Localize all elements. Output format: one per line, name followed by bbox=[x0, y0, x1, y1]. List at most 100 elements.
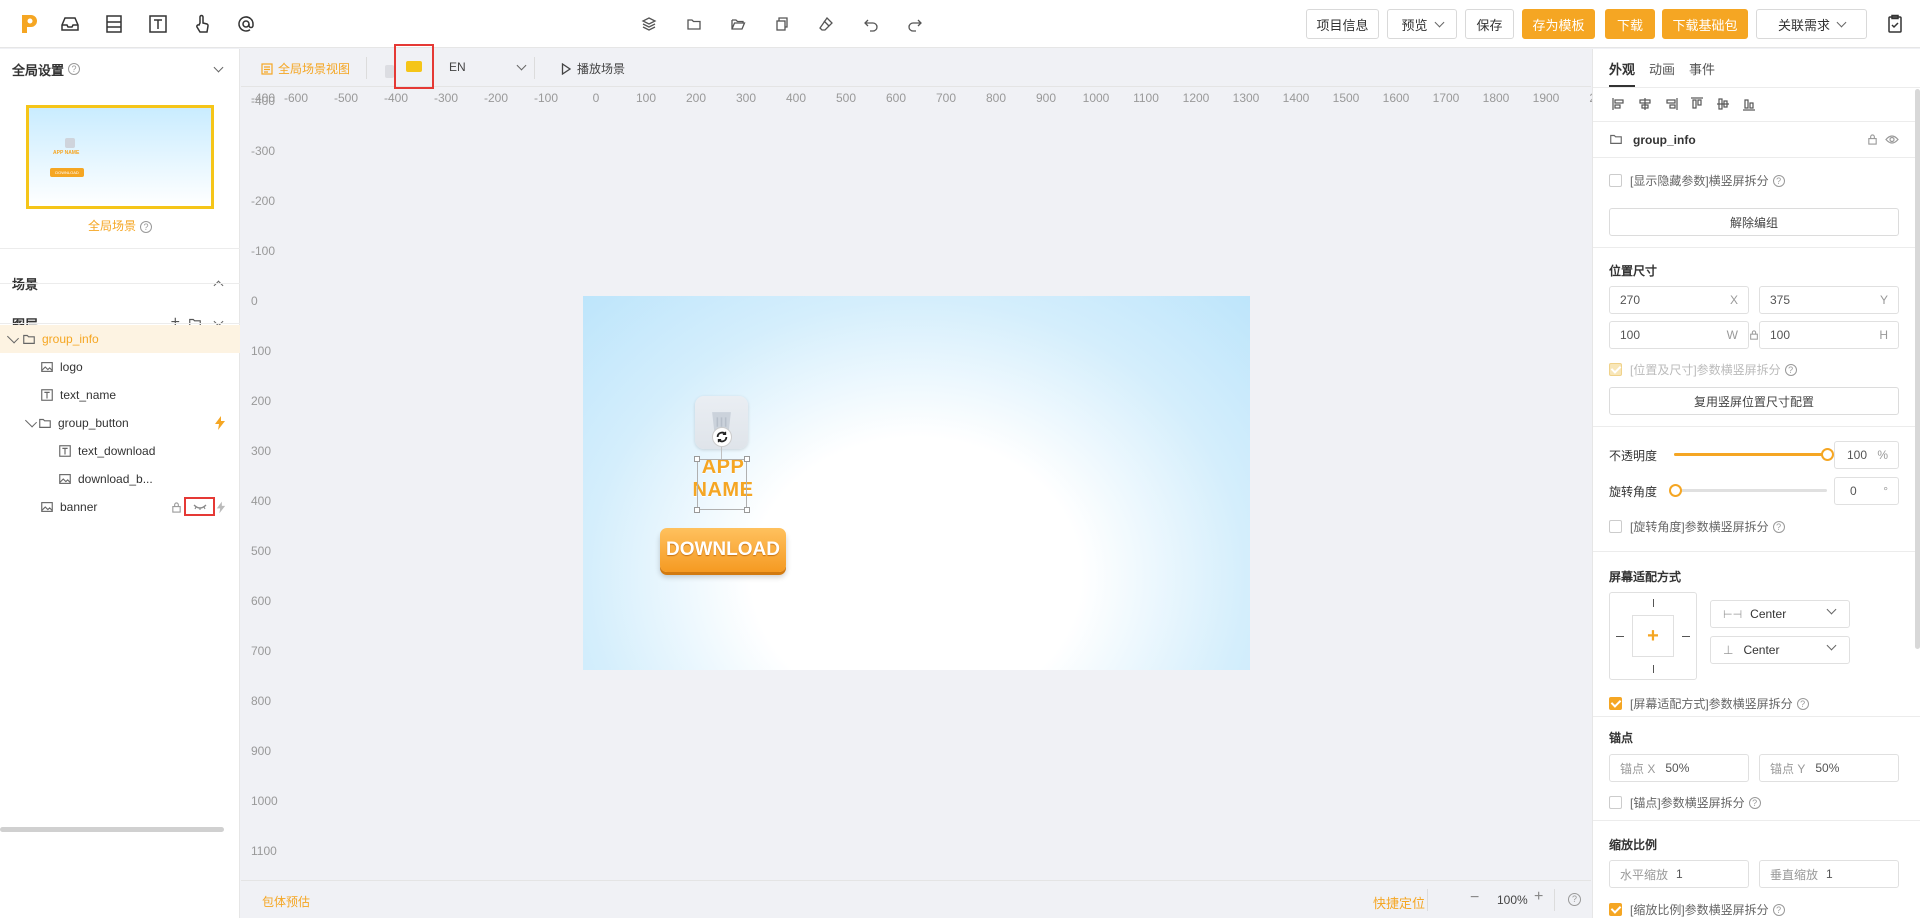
landscape-mode-highlight[interactable] bbox=[394, 44, 434, 89]
x-input[interactable]: 270 X bbox=[1609, 286, 1749, 314]
align-bottom-icon[interactable] bbox=[1742, 97, 1756, 111]
rotation-split-checkbox[interactable]: [旋转角度]参数横竖屏拆分? bbox=[1609, 518, 1785, 535]
anchor-y-input[interactable]: 锚点 Y 50% bbox=[1759, 754, 1899, 782]
rotation-slider-knob[interactable] bbox=[1669, 484, 1682, 497]
global-scene-thumbnail[interactable]: APP NAME DOWNLOAD bbox=[26, 105, 214, 209]
tab-events[interactable]: 事件 bbox=[1689, 59, 1715, 78]
scene-stage[interactable]: APP NAME DOWNLOAD bbox=[583, 296, 1250, 670]
scale-split-checkbox[interactable]: [缩放比例]参数横竖屏拆分? bbox=[1609, 901, 1785, 918]
undo-icon[interactable] bbox=[862, 15, 880, 33]
opacity-slider-knob[interactable] bbox=[1821, 448, 1834, 461]
download-button[interactable]: 下载 bbox=[1605, 9, 1655, 39]
folder-open-icon[interactable] bbox=[729, 15, 747, 33]
align-center-v-icon[interactable] bbox=[1716, 97, 1730, 111]
app-logo-icon[interactable] bbox=[18, 12, 40, 36]
layer-item-group-button[interactable]: group_button bbox=[0, 409, 240, 437]
height-input[interactable]: 100 H bbox=[1759, 321, 1899, 349]
eye-icon[interactable] bbox=[1885, 134, 1899, 145]
aspect-lock-icon[interactable] bbox=[1749, 329, 1759, 341]
show-hidden-params-checkbox[interactable]: [显示隐藏参数]横竖屏拆分? bbox=[1609, 172, 1785, 189]
quick-locate-button[interactable]: 快捷定位 bbox=[1373, 893, 1425, 912]
layer-item-banner[interactable]: banner bbox=[0, 493, 240, 521]
save-template-button[interactable]: 存为模板 bbox=[1522, 9, 1595, 39]
screen-fit-split-checkbox[interactable]: [屏幕适配方式]参数横竖屏拆分? bbox=[1609, 695, 1809, 712]
help-icon[interactable]: ? bbox=[1796, 697, 1809, 710]
pos-size-split-checkbox[interactable]: [位置及尺寸]参数横竖屏拆分? bbox=[1609, 361, 1797, 378]
fit-bottom-line[interactable] bbox=[1653, 665, 1654, 673]
eraser-icon[interactable] bbox=[817, 15, 835, 33]
layout-icon[interactable] bbox=[103, 13, 125, 35]
zoom-in-icon[interactable]: + bbox=[1534, 888, 1543, 906]
opacity-input[interactable]: 100% bbox=[1834, 441, 1899, 469]
zoom-out-icon[interactable]: − bbox=[1470, 889, 1479, 907]
rotation-slider-track[interactable] bbox=[1674, 489, 1827, 492]
help-icon[interactable]: ? bbox=[1748, 796, 1761, 809]
align-left-icon[interactable] bbox=[1612, 97, 1626, 111]
language-select[interactable]: EN bbox=[449, 60, 529, 74]
folder-icon[interactable] bbox=[685, 15, 703, 33]
anchor-x-input[interactable]: 锚点 X 50% bbox=[1609, 754, 1749, 782]
fit-center-plus-icon[interactable]: + bbox=[1632, 615, 1674, 657]
fit-top-line[interactable] bbox=[1653, 599, 1654, 607]
related-requirement-dropdown[interactable]: 关联需求 bbox=[1756, 9, 1867, 39]
layer-item-download-button[interactable]: download_b... bbox=[0, 465, 240, 493]
lock-icon[interactable] bbox=[171, 501, 182, 513]
scale-vertical-input[interactable]: 垂直缩放 1 bbox=[1759, 860, 1899, 888]
selection-box[interactable] bbox=[694, 456, 750, 513]
hide-toggle-highlight[interactable] bbox=[184, 497, 215, 516]
redo-icon[interactable] bbox=[906, 15, 924, 33]
ungroup-button[interactable]: 解除编组 bbox=[1609, 208, 1899, 236]
landscape-mode-icon[interactable] bbox=[406, 61, 422, 72]
align-top-icon[interactable] bbox=[1690, 97, 1704, 111]
fit-left-line[interactable] bbox=[1616, 636, 1624, 637]
help-icon[interactable]: ? bbox=[1772, 520, 1785, 533]
screen-fit-widget[interactable]: + bbox=[1609, 592, 1697, 680]
layers-icon[interactable] bbox=[640, 15, 658, 33]
at-mention-icon[interactable] bbox=[235, 13, 257, 35]
preview-dropdown[interactable]: 预览 bbox=[1387, 9, 1457, 39]
vertical-fit-select[interactable]: ⊥ Center bbox=[1710, 636, 1850, 664]
package-estimate-link[interactable]: 包体预估 bbox=[262, 893, 310, 910]
layer-item-text-name[interactable]: text_name bbox=[0, 381, 240, 409]
horizontal-fit-select[interactable]: ⊢⊣ Center bbox=[1710, 600, 1850, 628]
tab-animation[interactable]: 动画 bbox=[1649, 59, 1675, 78]
global-scene-view-button[interactable]: 全局场景视图 bbox=[261, 60, 350, 77]
copy-icon[interactable] bbox=[773, 15, 791, 33]
width-input[interactable]: 100 W bbox=[1609, 321, 1749, 349]
download-base-button[interactable]: 下载基础包 bbox=[1662, 9, 1748, 39]
tab-appearance[interactable]: 外观 bbox=[1609, 59, 1635, 78]
play-scene-button[interactable]: 播放场景 bbox=[561, 60, 625, 77]
horizontal-scrollbar[interactable] bbox=[0, 827, 224, 832]
lightning-icon[interactable] bbox=[214, 416, 226, 430]
align-center-h-icon[interactable] bbox=[1638, 97, 1652, 111]
y-input[interactable]: 375 Y bbox=[1759, 286, 1899, 314]
lock-icon[interactable] bbox=[1867, 134, 1878, 145]
layer-item-logo[interactable]: logo bbox=[0, 353, 240, 381]
anchor-split-checkbox[interactable]: [锚点]参数横竖屏拆分? bbox=[1609, 794, 1761, 811]
inbox-icon[interactable] bbox=[59, 13, 81, 35]
reuse-portrait-config-button[interactable]: 复用竖屏位置尺寸配置 bbox=[1609, 387, 1899, 415]
help-icon[interactable]: ? bbox=[1772, 174, 1785, 187]
global-settings-header[interactable]: 全局设置? bbox=[0, 51, 240, 87]
help-icon[interactable]: ? bbox=[1772, 903, 1785, 916]
text-tool-icon[interactable] bbox=[147, 13, 169, 35]
help-icon[interactable]: ? bbox=[140, 221, 152, 233]
help-icon[interactable]: ? bbox=[1784, 363, 1797, 376]
rotate-handle-icon[interactable] bbox=[712, 427, 732, 447]
touch-interaction-icon[interactable] bbox=[191, 13, 213, 35]
lightning-icon[interactable] bbox=[216, 501, 226, 514]
layer-item-group-info[interactable]: group_info bbox=[0, 325, 240, 353]
project-info-button[interactable]: 项目信息 bbox=[1306, 9, 1379, 39]
layer-item-text-download[interactable]: text_download bbox=[0, 437, 240, 465]
download-cta-button[interactable]: DOWNLOAD bbox=[660, 528, 786, 572]
resize-handle[interactable] bbox=[744, 507, 750, 513]
resize-handle[interactable] bbox=[694, 507, 700, 513]
help-icon[interactable]: ? bbox=[1568, 893, 1581, 906]
save-button[interactable]: 保存 bbox=[1465, 9, 1514, 39]
align-right-icon[interactable] bbox=[1664, 97, 1678, 111]
resize-handle[interactable] bbox=[694, 456, 700, 462]
portrait-mode-icon[interactable] bbox=[385, 65, 394, 78]
help-icon[interactable]: ? bbox=[68, 63, 81, 75]
rotation-input[interactable]: 0 ° bbox=[1834, 477, 1899, 505]
resize-handle[interactable] bbox=[744, 456, 750, 462]
